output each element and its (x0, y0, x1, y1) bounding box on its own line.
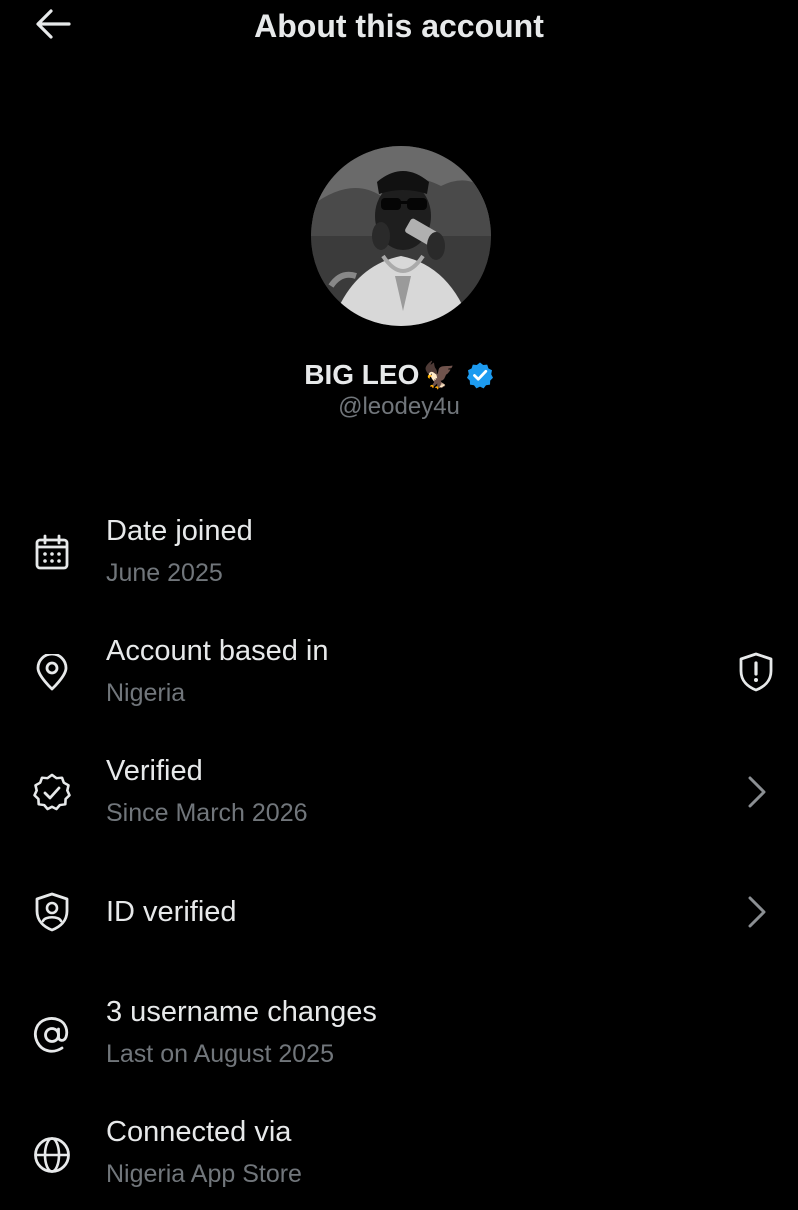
account-handle: @leodey4u (338, 393, 460, 420)
globe-icon (32, 1135, 72, 1175)
info-row-date-joined: Date joined June 2025 (0, 490, 798, 610)
info-row-account-based-in: Account based in Nigeria (0, 610, 798, 730)
account-based-in-label: Account based in (106, 635, 329, 667)
page-title: About this account (254, 8, 544, 44)
chevron-right-icon[interactable] (736, 772, 776, 812)
calendar-icon (32, 533, 72, 573)
username-changes-label: 3 username changes (106, 996, 377, 1028)
date-joined-label: Date joined (106, 515, 253, 547)
id-shield-icon (32, 892, 72, 932)
account-based-in-value: Nigeria (106, 679, 186, 707)
location-pin-icon (32, 653, 72, 693)
verified-badge-icon (32, 773, 72, 813)
verified-value: Since March 2026 (106, 799, 308, 827)
verified-badge-icon (466, 361, 494, 389)
date-joined-value: June 2025 (106, 559, 223, 587)
info-row-verified[interactable]: Verified Since March 2026 (0, 730, 798, 850)
info-row-connected-via: Connected via Nigeria App Store (0, 1090, 798, 1210)
id-verified-label: ID verified (106, 896, 237, 928)
username-changes-value: Last on August 2025 (106, 1040, 334, 1068)
display-name: BIG LEO (304, 359, 420, 390)
info-row-username-changes: 3 username changes Last on August 2025 (0, 970, 798, 1090)
info-row-id-verified[interactable]: ID verified (0, 850, 798, 970)
chevron-right-icon[interactable] (736, 892, 776, 932)
verified-label: Verified (106, 755, 203, 787)
at-sign-icon (32, 1015, 72, 1055)
shield-alert-icon[interactable] (736, 652, 776, 692)
connected-via-value: Nigeria App Store (106, 1160, 302, 1188)
profile-avatar[interactable] (311, 146, 491, 326)
display-name-row: BIG LEO 🦅 (0, 355, 798, 395)
connected-via-label: Connected via (106, 1116, 292, 1148)
name-emoji: 🦅 (423, 359, 456, 390)
top-bar: About this account (0, 0, 798, 56)
